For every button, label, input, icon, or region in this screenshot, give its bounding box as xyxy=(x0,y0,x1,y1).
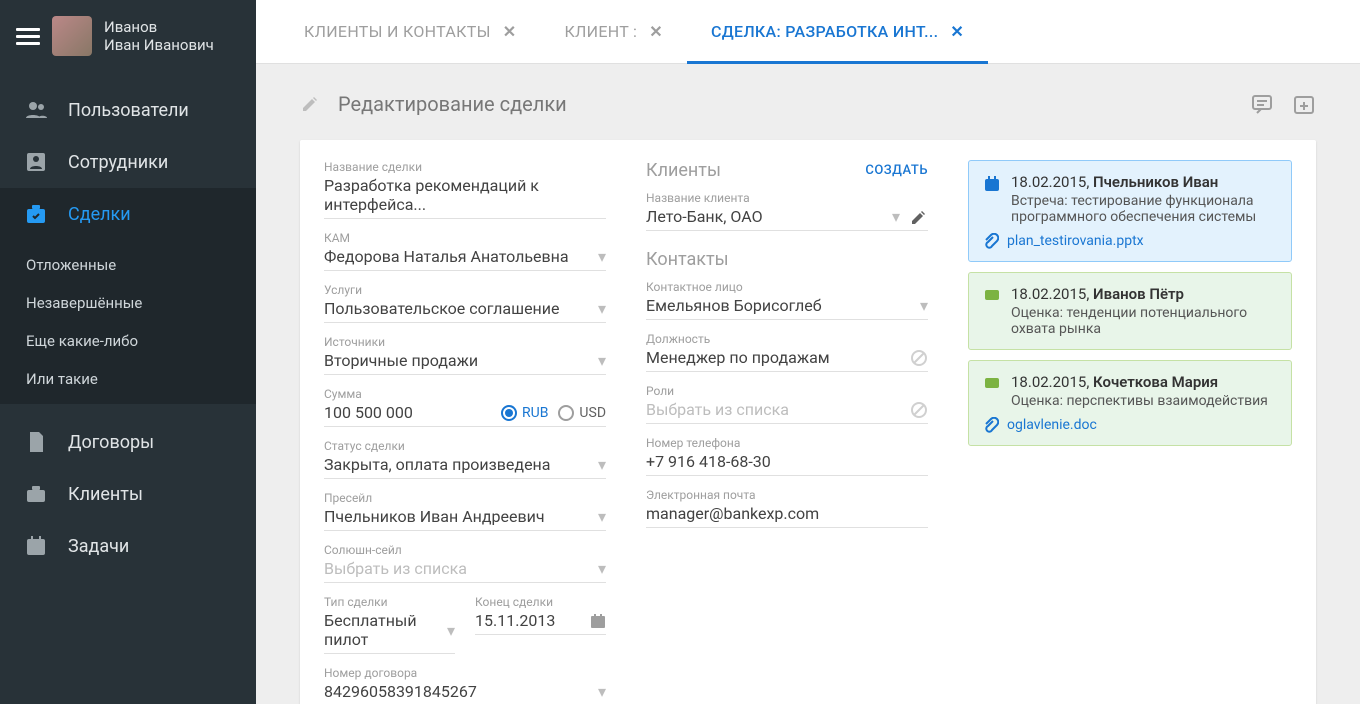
chevron-down-icon: ▾ xyxy=(892,207,900,226)
chat-icon xyxy=(983,375,1001,393)
end-date-input[interactable]: 15.11.2013 xyxy=(475,611,606,635)
sidebar-item-contracts[interactable]: Договоры xyxy=(0,416,256,468)
client-name-select[interactable]: Лето-Банк, ОАО▾ xyxy=(646,207,928,231)
activity-card[interactable]: 18.02.2015, Пчельников ИванВстреча: тест… xyxy=(968,160,1292,262)
position-input: Менеджер по продажам xyxy=(646,348,928,372)
contract-number-select[interactable]: 84296058391845267▾ xyxy=(324,682,606,704)
currency-rub-radio[interactable]: RUB xyxy=(501,405,548,421)
briefcase-check-icon xyxy=(24,202,48,226)
calendar-icon xyxy=(24,534,48,558)
contacts-section-title: Контакты xyxy=(646,249,729,270)
people-icon xyxy=(24,98,48,122)
edit-icon[interactable] xyxy=(910,208,928,226)
email-input[interactable]: manager@bankexp.com xyxy=(646,504,928,528)
chevron-down-icon: ▾ xyxy=(920,296,928,315)
close-icon[interactable]: ✕ xyxy=(649,22,663,41)
deal-type-select[interactable]: Бесплатный пилот▾ xyxy=(324,611,455,654)
chevron-down-icon: ▾ xyxy=(447,621,455,640)
services-select[interactable]: Пользовательское соглашение▾ xyxy=(324,299,606,323)
sidebar-item-tasks[interactable]: Задачи xyxy=(0,520,256,572)
sub-pending[interactable]: Отложенные xyxy=(0,246,256,284)
lock-icon xyxy=(910,349,928,367)
attachment-link[interactable]: plan_testirovania.pptx xyxy=(983,233,1277,249)
sidebar-item-deals[interactable]: Сделки xyxy=(0,188,256,240)
calendar-add-icon[interactable] xyxy=(1292,92,1316,116)
deal-name-input[interactable]: Разработка рекомендаций к интерфейса... xyxy=(324,176,606,219)
kam-select[interactable]: Федорова Наталья Анатольевна▾ xyxy=(324,247,606,271)
chat-icon[interactable] xyxy=(1250,92,1274,116)
chevron-down-icon: ▾ xyxy=(598,559,606,578)
activity-card[interactable]: 18.02.2015, Кочеткова МарияОценка: персп… xyxy=(968,360,1292,446)
page-title: Редактирование сделки xyxy=(338,92,567,116)
tab-clients-contacts[interactable]: КЛИЕНТЫ И КОНТАКТЫ✕ xyxy=(280,0,540,63)
edit-icon xyxy=(300,94,320,114)
roles-select: Выбрать из списка xyxy=(646,400,928,424)
chevron-down-icon: ▾ xyxy=(598,299,606,318)
tabs: КЛИЕНТЫ И КОНТАКТЫ✕ КЛИЕНТ :✕ СДЕЛКА: РА… xyxy=(256,0,1360,64)
user-name: ИвановИван Иванович xyxy=(104,18,214,54)
close-icon[interactable]: ✕ xyxy=(950,22,964,41)
status-select[interactable]: Закрыта, оплата произведена▾ xyxy=(324,455,606,479)
tab-deal[interactable]: СДЕЛКА: РАЗРАБОТКА ИНТ...✕ xyxy=(687,0,988,63)
create-client-link[interactable]: СОЗДАТЬ xyxy=(865,163,928,178)
sidebar: ИвановИван Иванович Пользователи Сотрудн… xyxy=(0,0,256,704)
contact-select[interactable]: Емельянов Борисоглеб▾ xyxy=(646,296,928,320)
phone-input[interactable]: +7 916 418-68-30 xyxy=(646,452,928,476)
lock-icon xyxy=(910,401,928,419)
sub-other2[interactable]: Или такие xyxy=(0,360,256,398)
close-icon[interactable]: ✕ xyxy=(503,22,517,41)
person-icon xyxy=(24,150,48,174)
sub-other1[interactable]: Еще какие-либо xyxy=(0,322,256,360)
file-icon xyxy=(24,430,48,454)
chevron-down-icon: ▾ xyxy=(598,455,606,474)
menu-icon[interactable] xyxy=(16,28,40,45)
deals-subnav: Отложенные Незавершённые Еще какие-либо … xyxy=(0,240,256,404)
calendar-icon xyxy=(983,175,1001,193)
chevron-down-icon: ▾ xyxy=(598,247,606,266)
chat-icon xyxy=(983,287,1001,305)
presale-select[interactable]: Пчельников Иван Андреевич▾ xyxy=(324,507,606,531)
clients-section-title: Клиенты xyxy=(646,160,721,181)
sidebar-item-clients[interactable]: Клиенты xyxy=(0,468,256,520)
chevron-down-icon: ▾ xyxy=(598,682,606,701)
sidebar-item-users[interactable]: Пользователи xyxy=(0,84,256,136)
solution-select[interactable]: Выбрать из списка▾ xyxy=(324,559,606,583)
chevron-down-icon: ▾ xyxy=(598,351,606,370)
edit-panel: Название сделкиРазработка рекомендаций к… xyxy=(300,140,1316,704)
avatar[interactable] xyxy=(52,16,92,56)
sources-select[interactable]: Вторичные продажи▾ xyxy=(324,351,606,375)
attachment-link[interactable]: oglavlenie.doc xyxy=(983,417,1277,433)
sub-incomplete[interactable]: Незавершённые xyxy=(0,284,256,322)
tab-client[interactable]: КЛИЕНТ :✕ xyxy=(540,0,687,63)
chevron-down-icon: ▾ xyxy=(598,507,606,526)
sidebar-item-staff[interactable]: Сотрудники xyxy=(0,136,256,188)
briefcase-icon xyxy=(24,482,48,506)
currency-usd-radio[interactable]: USD xyxy=(558,405,606,421)
amount-input[interactable]: 100 500 000 xyxy=(324,403,413,422)
activity-card[interactable]: 18.02.2015, Иванов ПётрОценка: тенденции… xyxy=(968,272,1292,350)
calendar-icon[interactable] xyxy=(590,613,606,629)
